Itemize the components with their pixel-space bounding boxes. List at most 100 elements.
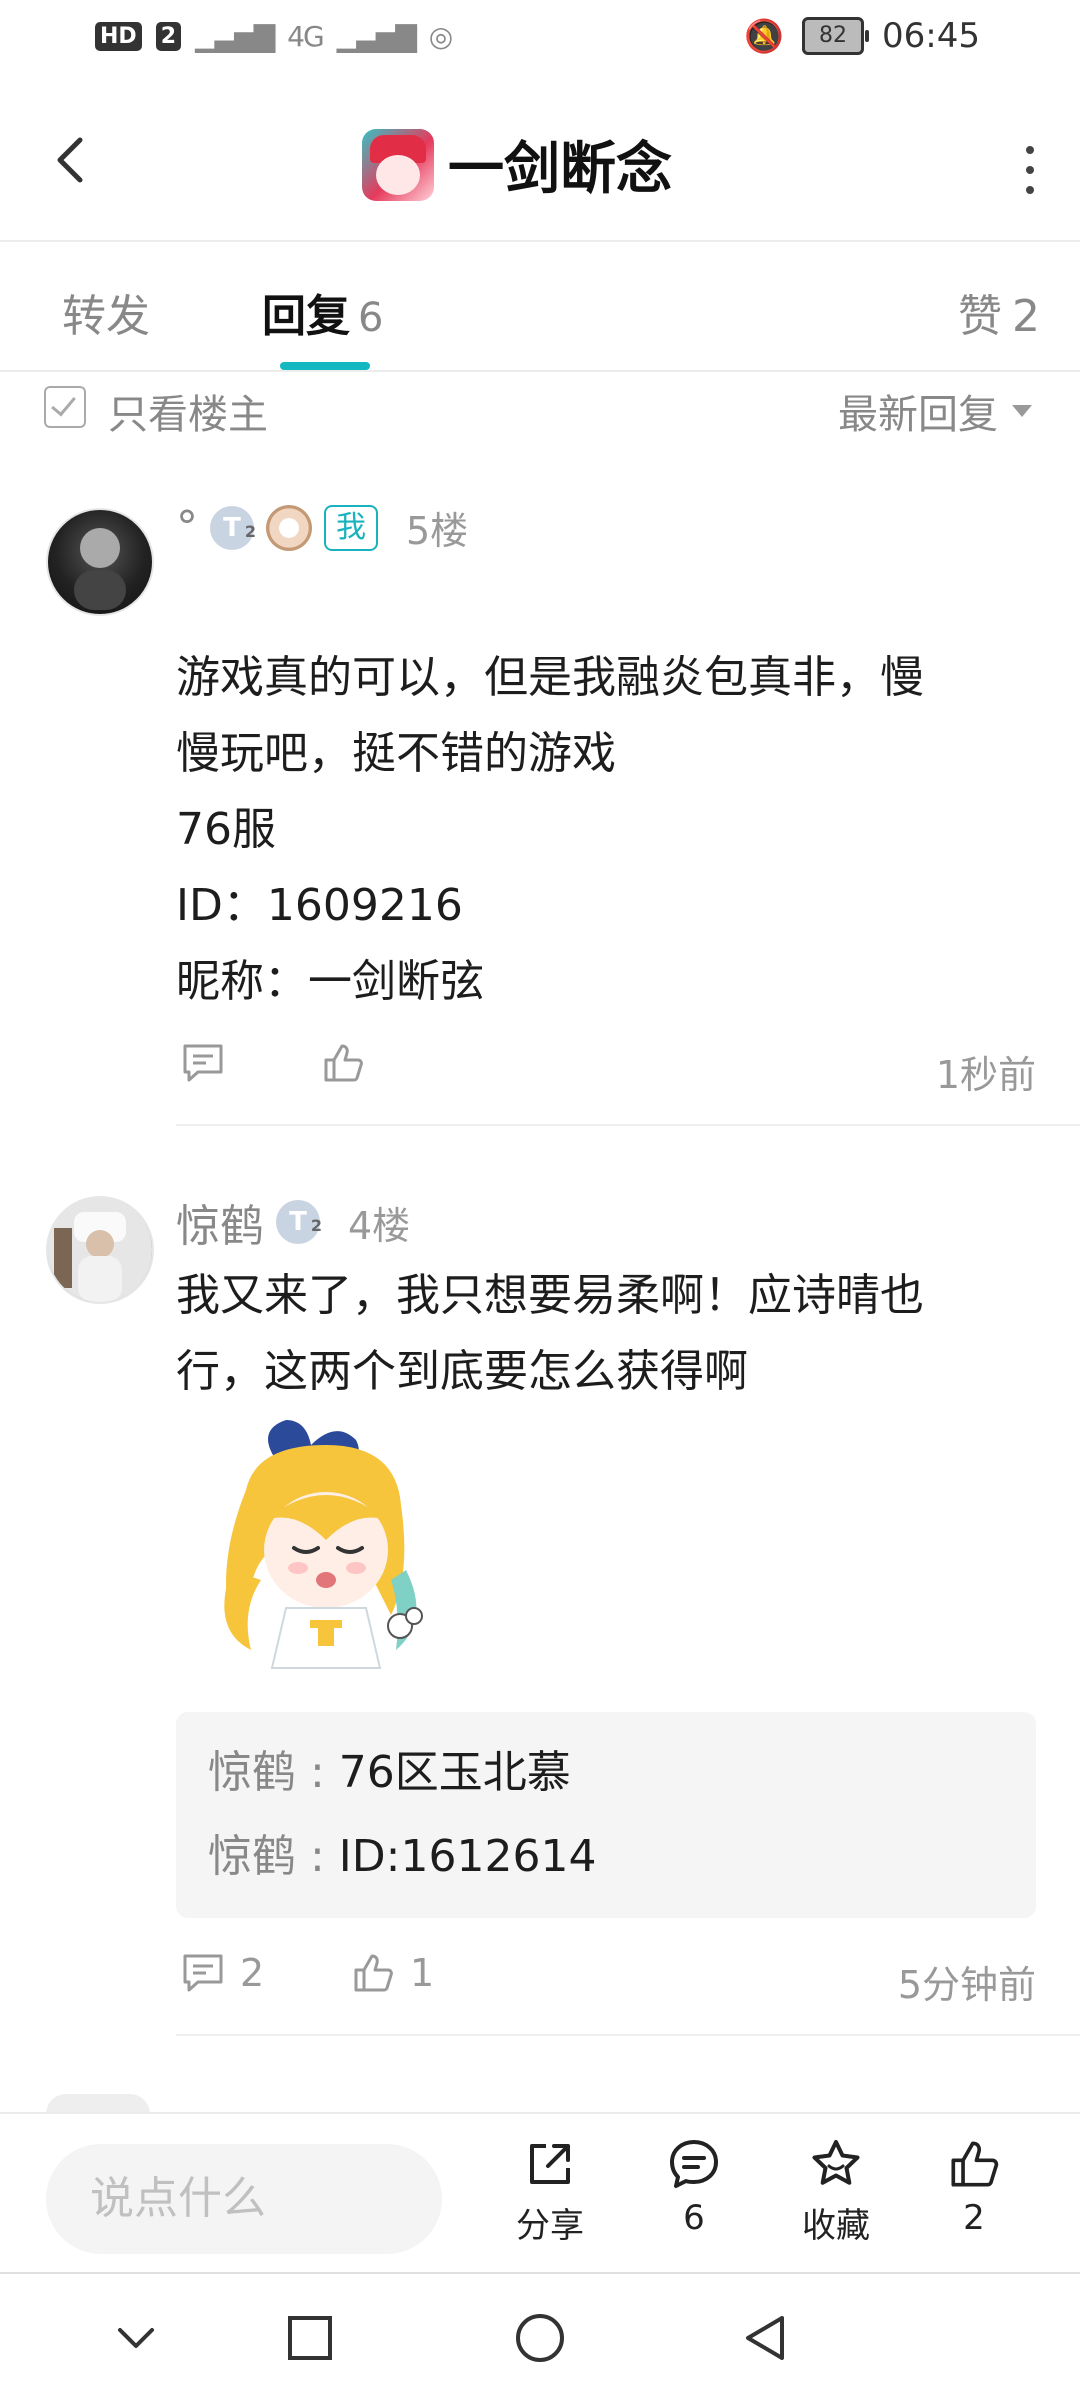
network-type: 4G bbox=[287, 20, 324, 53]
status-bar: HD 2 ▁▃▅▇ 4G ▁▃▅▇ ◎ 🔕 82 06:45 bbox=[0, 0, 1080, 80]
sort-dropdown[interactable]: 最新回复 bbox=[838, 382, 1032, 440]
signal-icon: ▁▃▅▇ bbox=[195, 20, 275, 53]
bottom-action-bar: 说点什么 分享 6 收藏 2 bbox=[0, 2112, 1080, 2274]
active-tab-indicator bbox=[280, 362, 370, 370]
only-op-checkbox[interactable] bbox=[44, 386, 86, 428]
sub-reply[interactable]: 惊鹤 : 76区玉北慕 bbox=[208, 1736, 571, 1800]
username[interactable]: 惊鹤 bbox=[176, 1190, 264, 1254]
post-actions: 2 1 5分钟前 bbox=[176, 1950, 1036, 2010]
header: 一剑断念 bbox=[0, 100, 1080, 242]
post-content: 游戏真的可以，但是我融炎包真非，慢 慢玩吧，挺不错的游戏 76服 ID：1609… bbox=[176, 640, 1016, 1020]
avatar[interactable] bbox=[46, 508, 154, 616]
mute-icon: 🔕 bbox=[744, 17, 785, 55]
floor-number: 4楼 bbox=[348, 1203, 411, 1248]
more-icon[interactable] bbox=[1020, 140, 1040, 200]
page-title: 一剑断念 bbox=[448, 137, 672, 202]
post-content: 我又来了，我只想要易柔啊！应诗晴也 行，这两个到底要怎么获得啊 bbox=[176, 1258, 1016, 1410]
tab-reply-count: 6 bbox=[358, 295, 384, 341]
content-line: 行，这两个到底要怎么获得啊 bbox=[176, 1346, 748, 1397]
status-left: HD 2 ▁▃▅▇ 4G ▁▃▅▇ ◎ bbox=[95, 20, 453, 53]
comments-count: 6 bbox=[683, 2198, 705, 2238]
share-label: 分享 bbox=[516, 2206, 584, 2246]
tab-reply[interactable]: 回复 6 bbox=[262, 280, 383, 344]
divider bbox=[176, 1124, 1080, 1126]
tab-reply-label: 回复 bbox=[262, 291, 350, 342]
status-right: 🔕 82 06:45 bbox=[744, 16, 980, 56]
next-avatar-peek bbox=[46, 2094, 150, 2114]
system-nav-bar bbox=[0, 2272, 1080, 2402]
filter-row: 只看楼主 最新回复 bbox=[0, 372, 1080, 442]
content-line: 慢玩吧，挺不错的游戏 bbox=[176, 728, 616, 779]
post-meta: ° T2 我 5楼 bbox=[176, 500, 468, 555]
thumbs-up-icon bbox=[324, 1044, 363, 1082]
post-actions: 1秒前 bbox=[176, 1040, 1036, 1100]
chevron-down-icon[interactable] bbox=[106, 2308, 166, 2368]
comment-input[interactable]: 说点什么 bbox=[46, 2144, 442, 2254]
comment-button[interactable] bbox=[180, 1040, 226, 1086]
back-arrow-icon[interactable] bbox=[42, 130, 102, 190]
sub-replies-box[interactable]: 惊鹤 : 76区玉北慕 惊鹤 : ID:1612614 bbox=[176, 1712, 1036, 1918]
sub-reply-text: 76区玉北慕 bbox=[338, 1747, 571, 1798]
hd-indicator: HD bbox=[95, 22, 142, 51]
content-line: 游戏真的可以，但是我融炎包真非，慢 bbox=[176, 652, 924, 703]
anime-sticker-image[interactable] bbox=[206, 1420, 446, 1680]
post-time: 5分钟前 bbox=[897, 1963, 1036, 2007]
tab-bar: 转发 回复 6 赞2 bbox=[0, 240, 1080, 372]
comment-icon bbox=[183, 1954, 223, 1992]
medal-icon bbox=[266, 504, 312, 551]
likes-count: 2 bbox=[963, 2198, 985, 2238]
only-op-label[interactable]: 只看楼主 bbox=[108, 382, 268, 440]
caret-down-icon bbox=[1012, 405, 1032, 417]
comment-icon bbox=[183, 1044, 223, 1082]
floor-number: 5楼 bbox=[406, 509, 469, 553]
tab-repost[interactable]: 转发 bbox=[62, 280, 150, 344]
favorite-label: 收藏 bbox=[802, 2206, 870, 2246]
content-line: 76服 bbox=[176, 804, 276, 855]
content-line: 昵称：一剑断弦 bbox=[176, 956, 484, 1007]
comment-count: 2 bbox=[240, 1951, 265, 1995]
wechat-icon: ◎ bbox=[428, 20, 453, 53]
tab-like-label: 赞 bbox=[958, 291, 1002, 342]
thumbs-up-icon bbox=[354, 1954, 393, 1992]
recents-square-icon[interactable] bbox=[280, 2308, 340, 2368]
like-button[interactable]: 1 bbox=[350, 1950, 434, 1996]
sub-reply-text: ID:1612614 bbox=[338, 1831, 597, 1882]
me-badge: 我 bbox=[324, 504, 378, 551]
comment-button[interactable]: 2 bbox=[180, 1950, 264, 1996]
post-time: 1秒前 bbox=[935, 1053, 1036, 1097]
comment-bubble-icon bbox=[670, 2140, 718, 2188]
divider bbox=[176, 2034, 1080, 2036]
sub-reply-author[interactable]: 惊鹤 bbox=[208, 1831, 296, 1882]
level-badge: T2 bbox=[276, 1200, 322, 1244]
clock: 06:45 bbox=[882, 16, 980, 56]
sub-reply-separator: : bbox=[296, 1747, 339, 1798]
post-meta: 惊鹤 T2 4楼 bbox=[176, 1190, 410, 1254]
star-icon bbox=[812, 2140, 860, 2185]
home-circle-icon[interactable] bbox=[510, 2308, 570, 2368]
sub-reply-separator: : bbox=[296, 1831, 339, 1882]
sub-reply-author[interactable]: 惊鹤 bbox=[208, 1747, 296, 1798]
username[interactable]: ° bbox=[176, 502, 198, 553]
like-count: 1 bbox=[410, 1951, 435, 1995]
sub-reply[interactable]: 惊鹤 : ID:1612614 bbox=[208, 1820, 596, 1884]
sort-label: 最新回复 bbox=[838, 392, 998, 438]
sim-indicator: 2 bbox=[155, 22, 181, 51]
share-button[interactable]: 分享 bbox=[490, 2136, 610, 2247]
back-triangle-icon[interactable] bbox=[736, 2308, 796, 2368]
comments-button[interactable]: 6 bbox=[634, 2136, 754, 2238]
avatar[interactable] bbox=[46, 1196, 154, 1304]
tab-like[interactable]: 赞2 bbox=[958, 280, 1040, 344]
level-badge: T2 bbox=[210, 505, 256, 550]
content-line: ID：1609216 bbox=[176, 880, 463, 931]
tab-like-count: 2 bbox=[1012, 291, 1040, 342]
game-icon bbox=[362, 128, 434, 201]
battery-icon: 82 bbox=[802, 17, 870, 55]
game-title[interactable]: 一剑断念 bbox=[362, 124, 672, 205]
thumbs-up-icon bbox=[951, 2141, 999, 2187]
content-line: 我又来了，我只想要易柔啊！应诗晴也 bbox=[176, 1270, 924, 1321]
like-button[interactable] bbox=[320, 1040, 366, 1086]
like-post-button[interactable]: 2 bbox=[914, 2136, 1034, 2238]
share-icon bbox=[530, 2144, 570, 2184]
signal-icon-2: ▁▃▅▇ bbox=[336, 20, 417, 53]
favorite-button[interactable]: 收藏 bbox=[776, 2136, 896, 2247]
